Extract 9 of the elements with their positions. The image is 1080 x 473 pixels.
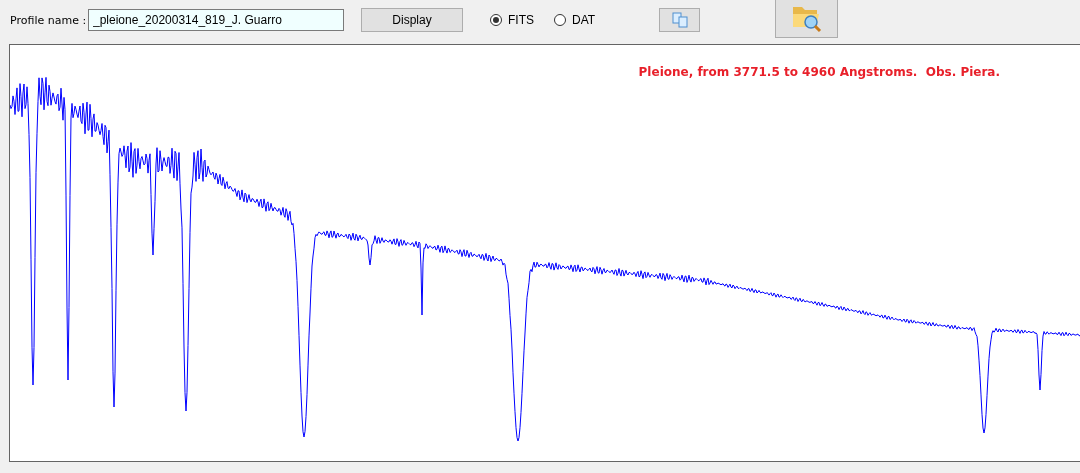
profile-name-label: Profile name :: [10, 13, 88, 27]
display-button[interactable]: Display: [361, 8, 463, 32]
plot-caption: Pleione, from 3771.5 to 4960 Angstroms. Obs. Piera.: [638, 65, 1000, 79]
format-radio[interactable]: FITS: [490, 13, 534, 27]
profile-name-field[interactable]: _pleione_20200314_819_J. Guarro: [88, 9, 344, 31]
copy-button[interactable]: [659, 8, 701, 32]
open-file-button[interactable]: [775, 0, 839, 38]
copy-icon: [670, 11, 689, 29]
format-radio[interactable]: DAT: [554, 13, 596, 27]
